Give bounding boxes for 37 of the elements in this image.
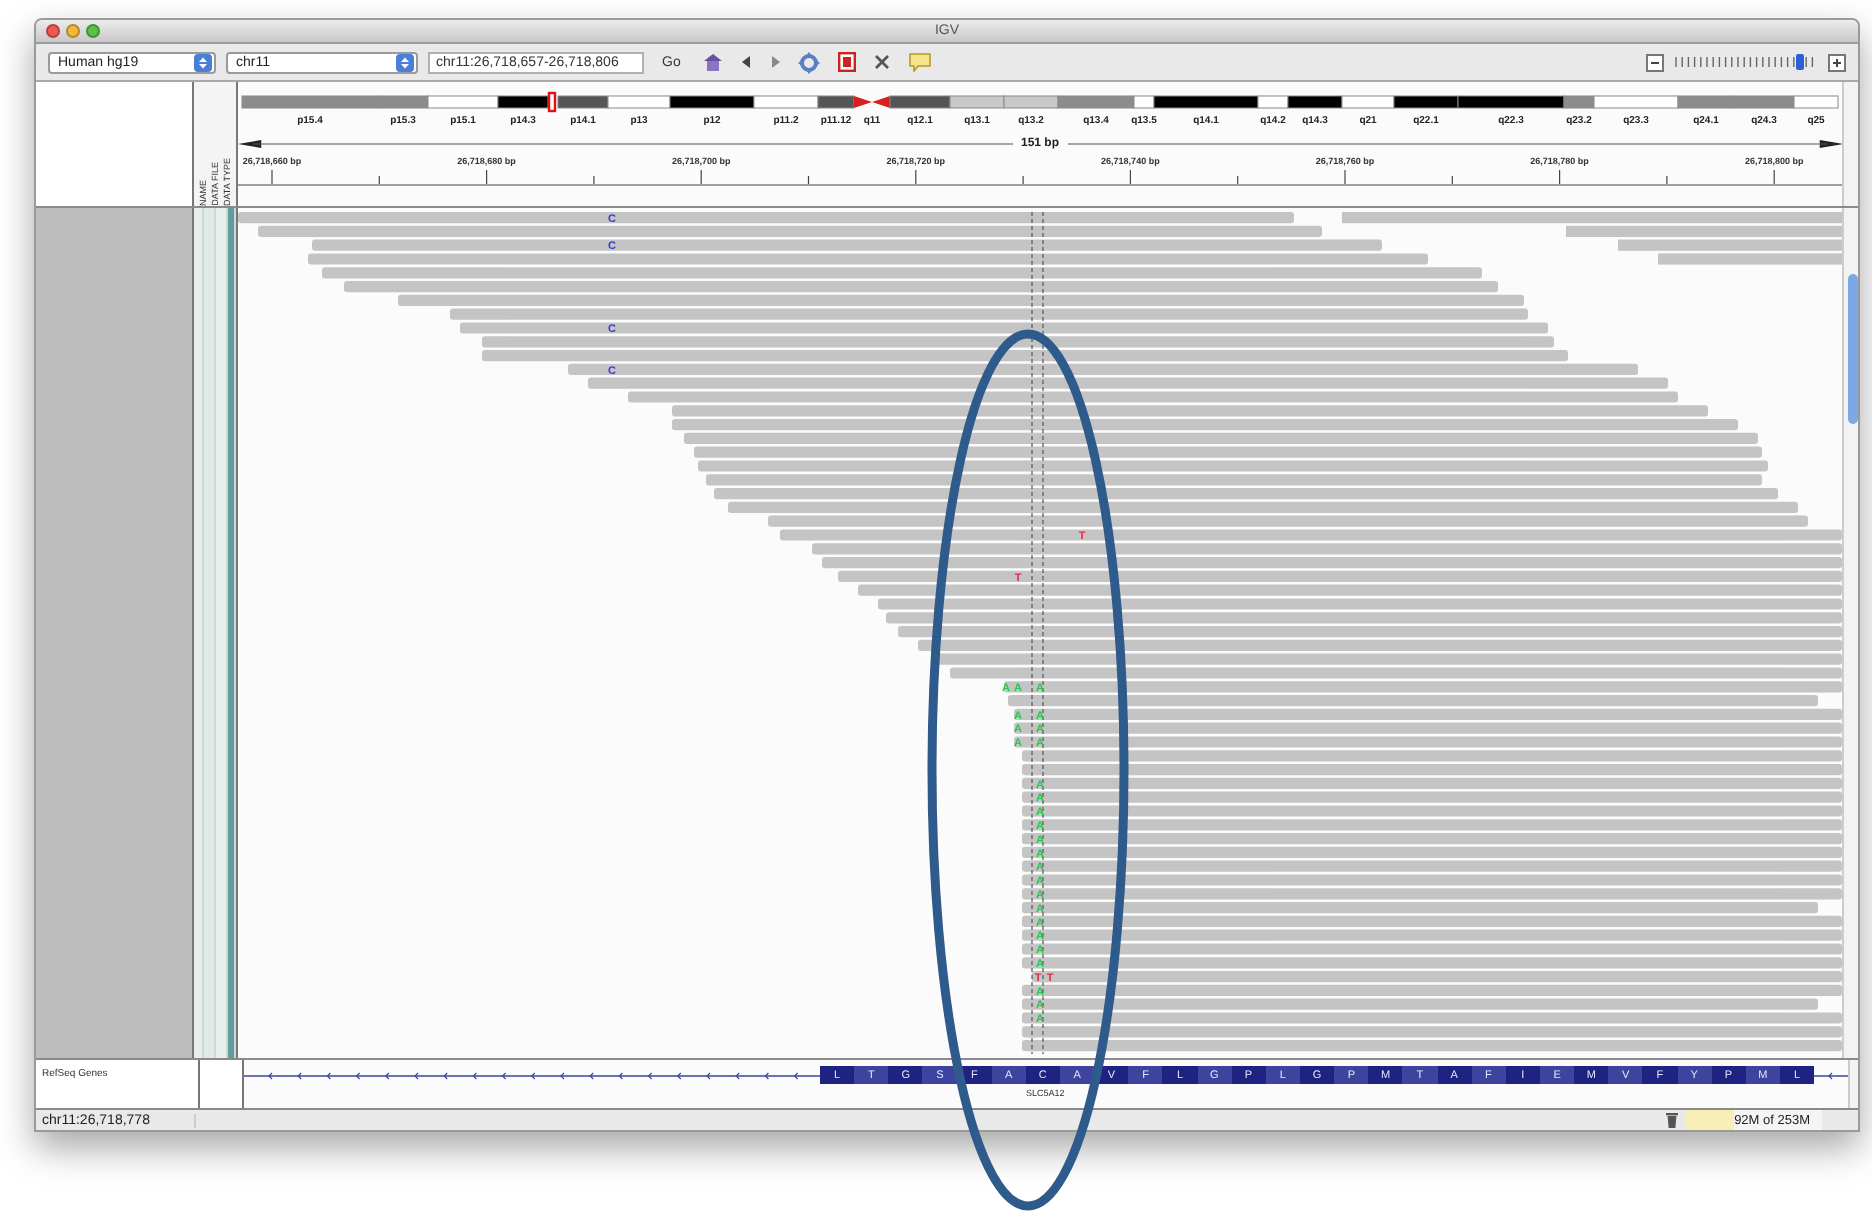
chromosome-band[interactable]: [497, 95, 549, 109]
home-icon: [702, 52, 725, 72]
plus-icon: [1832, 57, 1842, 67]
zoom-slider[interactable]: [1674, 54, 1818, 70]
scroll-bar[interactable]: [1842, 208, 1858, 1058]
back-arrow-icon: [742, 56, 753, 68]
chromosome-band[interactable]: [1153, 95, 1259, 109]
zoom-button[interactable]: [86, 24, 100, 38]
close-button[interactable]: [46, 24, 60, 38]
region-button[interactable]: [834, 52, 861, 72]
refresh-icon: [798, 51, 821, 73]
zoom-thumb[interactable]: [1796, 54, 1805, 70]
zoom-ticks: [1675, 56, 1814, 68]
zoom-out-button[interactable]: [1646, 53, 1664, 71]
chromosome-band[interactable]: [1133, 95, 1155, 109]
intron-line: [1814, 1069, 1848, 1081]
chromosome-band[interactable]: [669, 95, 755, 109]
stepper-icon: [194, 53, 212, 71]
minus-icon: [1650, 57, 1660, 67]
cross-icon: [874, 54, 891, 70]
minimize-button[interactable]: [66, 24, 80, 38]
stepper-icon: [396, 53, 414, 71]
trash-icon[interactable]: [1666, 1112, 1678, 1128]
forward-arrow-icon: [770, 56, 781, 68]
centromere[interactable]: [854, 96, 890, 108]
resize-button[interactable]: [870, 54, 895, 70]
chromosome-band[interactable]: [1457, 95, 1565, 109]
refresh-button[interactable]: [794, 51, 825, 73]
chromosome-band[interactable]: [1257, 95, 1289, 109]
chromosome-band[interactable]: [1341, 95, 1395, 109]
forward-button[interactable]: [766, 56, 785, 68]
speech-bubble-icon: [908, 52, 933, 72]
chromosome-band[interactable]: [1393, 95, 1459, 109]
chromosome-band[interactable]: [1287, 95, 1343, 109]
region-icon: [838, 52, 857, 72]
zoom-in-button[interactable]: [1828, 53, 1846, 71]
chromosome-band[interactable]: [753, 95, 819, 109]
